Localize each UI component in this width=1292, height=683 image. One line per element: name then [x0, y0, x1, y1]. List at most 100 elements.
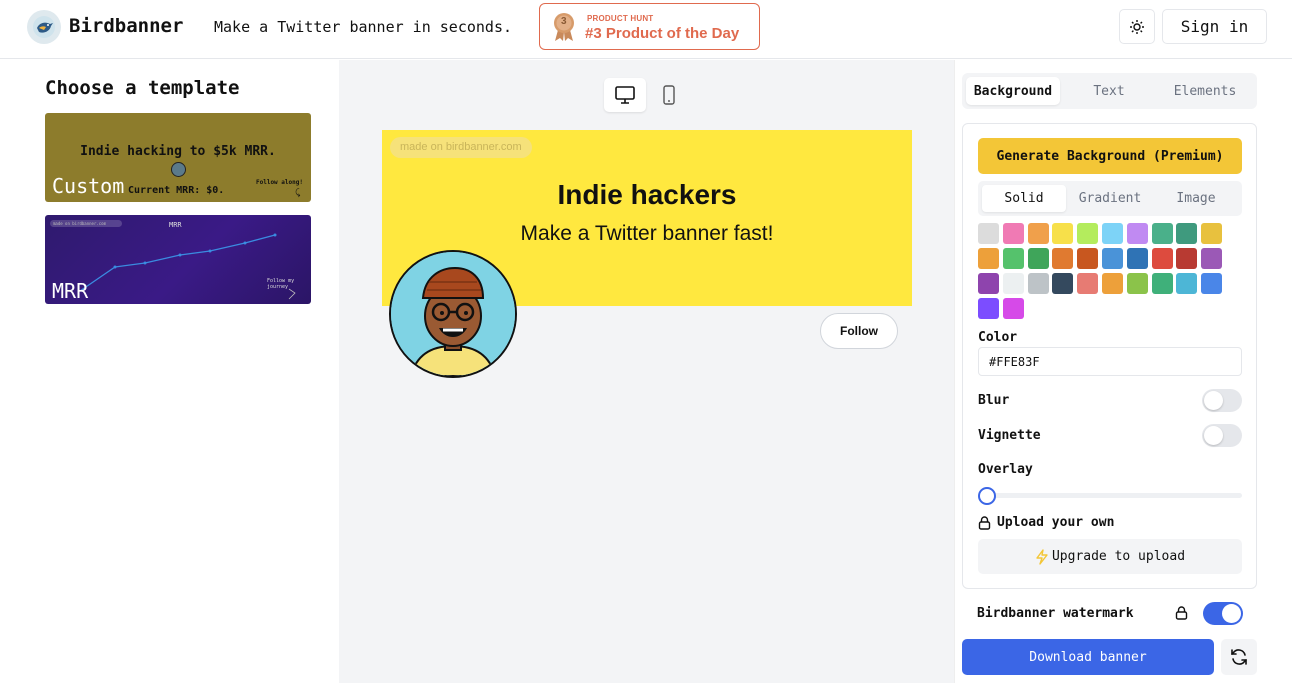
upgrade-label: Upgrade to upload: [1051, 549, 1186, 564]
color-swatch[interactable]: [1176, 273, 1198, 294]
blur-toggle[interactable]: [1202, 389, 1242, 412]
template-preview-follow: Follow my journey: [267, 278, 295, 290]
subtab-image[interactable]: Image: [1154, 185, 1238, 212]
sun-icon: [1130, 19, 1144, 34]
color-swatch[interactable]: [978, 273, 999, 294]
preview-area: made on birdbanner.com Indie hackers Mak…: [339, 60, 954, 683]
upgrade-to-upload-button[interactable]: Upgrade to upload: [978, 539, 1242, 574]
color-swatch[interactable]: [1027, 248, 1049, 269]
template-preview-arrow: ⤹: [295, 188, 301, 198]
overlay-slider-thumb[interactable]: [978, 487, 996, 505]
color-swatch[interactable]: [1027, 273, 1049, 294]
template-preview-follow: Follow along!: [256, 179, 303, 186]
template-label: Custom: [52, 174, 125, 198]
color-swatch[interactable]: [1126, 273, 1148, 294]
watermark-toggle[interactable]: [1203, 602, 1243, 625]
follow-button: Follow: [820, 313, 898, 349]
color-swatch[interactable]: [1151, 248, 1173, 269]
watermark-label: Birdbanner watermark: [977, 606, 1134, 621]
template-label: MRR: [52, 279, 89, 303]
color-swatch[interactable]: [1102, 248, 1123, 269]
banner-watermark: made on birdbanner.com: [390, 137, 532, 158]
theme-toggle-button[interactable]: [1119, 9, 1155, 44]
color-swatch[interactable]: [1002, 273, 1024, 294]
color-swatch[interactable]: [1102, 223, 1123, 244]
desktop-view-button[interactable]: [604, 78, 646, 112]
lock-icon: [978, 515, 991, 530]
color-swatch[interactable]: [1126, 223, 1148, 244]
color-swatch[interactable]: [1052, 273, 1074, 294]
color-swatch[interactable]: [1102, 273, 1123, 294]
header: Birdbanner Make a Twitter banner in seco…: [0, 0, 1292, 59]
template-custom[interactable]: Indie hacking to $5k MRR. Current MRR: $…: [45, 113, 311, 202]
toggle-knob: [1204, 391, 1223, 410]
template-mrr[interactable]: made on birdbanner.com MRR Follow my jou…: [45, 215, 311, 304]
color-swatch[interactable]: [1126, 248, 1148, 269]
color-swatch[interactable]: [1002, 223, 1024, 244]
color-swatch[interactable]: [1002, 298, 1024, 319]
medal-rank: 3: [561, 16, 567, 27]
background-type-tabs: Solid Gradient Image: [978, 181, 1242, 216]
vignette-label: Vignette: [978, 428, 1041, 443]
tab-elements[interactable]: Elements: [1158, 77, 1252, 105]
color-swatch[interactable]: [1176, 248, 1198, 269]
generate-background-button[interactable]: Generate Background (Premium): [978, 138, 1242, 174]
template-preview-title: Indie hacking to $5k MRR.: [80, 144, 276, 159]
profile-avatar[interactable]: [389, 250, 517, 378]
color-swatch[interactable]: [978, 298, 999, 319]
color-swatch[interactable]: [978, 248, 999, 269]
color-swatch[interactable]: [1201, 248, 1223, 269]
banner-title[interactable]: Indie hackers: [382, 179, 912, 211]
vignette-toggle[interactable]: [1202, 424, 1242, 447]
upload-own-label: Upload your own: [997, 515, 1115, 530]
color-swatch[interactable]: [1077, 273, 1099, 294]
template-preview-subtitle: Current MRR: $0.: [128, 185, 225, 196]
color-swatch[interactable]: [1077, 248, 1099, 269]
sign-in-button[interactable]: Sign in: [1162, 9, 1267, 44]
template-sidebar: Choose a template Indie hacking to $5k M…: [0, 60, 339, 683]
color-swatch[interactable]: [1052, 223, 1074, 244]
tagline: Make a Twitter banner in seconds.: [214, 18, 513, 36]
mobile-icon: [663, 85, 675, 105]
product-hunt-rank: #3 Product of the Day: [585, 25, 740, 42]
toggle-knob: [1222, 604, 1241, 623]
panel-tabs: Background Text Elements: [962, 73, 1257, 109]
toggle-knob: [1204, 426, 1223, 445]
desktop-icon: [615, 86, 635, 104]
color-swatch[interactable]: [1052, 248, 1074, 269]
color-swatch[interactable]: [1176, 223, 1198, 244]
overlay-slider-track[interactable]: [978, 493, 1242, 498]
color-label: Color: [978, 330, 1018, 345]
refresh-icon: [1231, 649, 1247, 665]
tab-text[interactable]: Text: [1062, 77, 1156, 105]
template-preview-avatar: [171, 162, 186, 177]
refresh-button[interactable]: [1221, 639, 1257, 675]
overlay-label: Overlay: [978, 462, 1033, 477]
color-swatch[interactable]: [1151, 223, 1173, 244]
tab-background[interactable]: Background: [966, 77, 1060, 105]
color-swatch[interactable]: [1077, 223, 1099, 244]
color-swatch[interactable]: [1201, 273, 1223, 294]
brand-name[interactable]: Birdbanner: [69, 15, 183, 37]
color-swatch[interactable]: [1027, 223, 1049, 244]
settings-panel: Background Text Elements Generate Backgr…: [954, 60, 1292, 683]
color-swatch[interactable]: [1201, 223, 1223, 244]
logo-bird-icon[interactable]: [27, 10, 61, 44]
mobile-view-button[interactable]: [648, 78, 690, 112]
device-toggle: [604, 78, 690, 112]
lightning-icon: [1036, 548, 1048, 565]
subtab-solid[interactable]: Solid: [982, 185, 1066, 212]
product-hunt-label: PRODUCT HUNT: [587, 14, 654, 23]
download-banner-button[interactable]: Download banner: [962, 639, 1214, 675]
color-swatch[interactable]: [1151, 273, 1173, 294]
banner-subtitle[interactable]: Make a Twitter banner fast!: [382, 222, 912, 246]
color-swatch[interactable]: [1002, 248, 1024, 269]
lock-icon: [1175, 606, 1188, 620]
templates-title: Choose a template: [45, 77, 240, 99]
template-preview-watermark: made on birdbanner.com: [50, 220, 122, 227]
color-swatch[interactable]: [978, 223, 999, 244]
color-hex-input[interactable]: [978, 347, 1242, 376]
avatar-illustration: [391, 252, 515, 376]
product-hunt-badge[interactable]: 3 PRODUCT HUNT #3 Product of the Day: [539, 3, 760, 50]
subtab-gradient[interactable]: Gradient: [1068, 185, 1152, 212]
